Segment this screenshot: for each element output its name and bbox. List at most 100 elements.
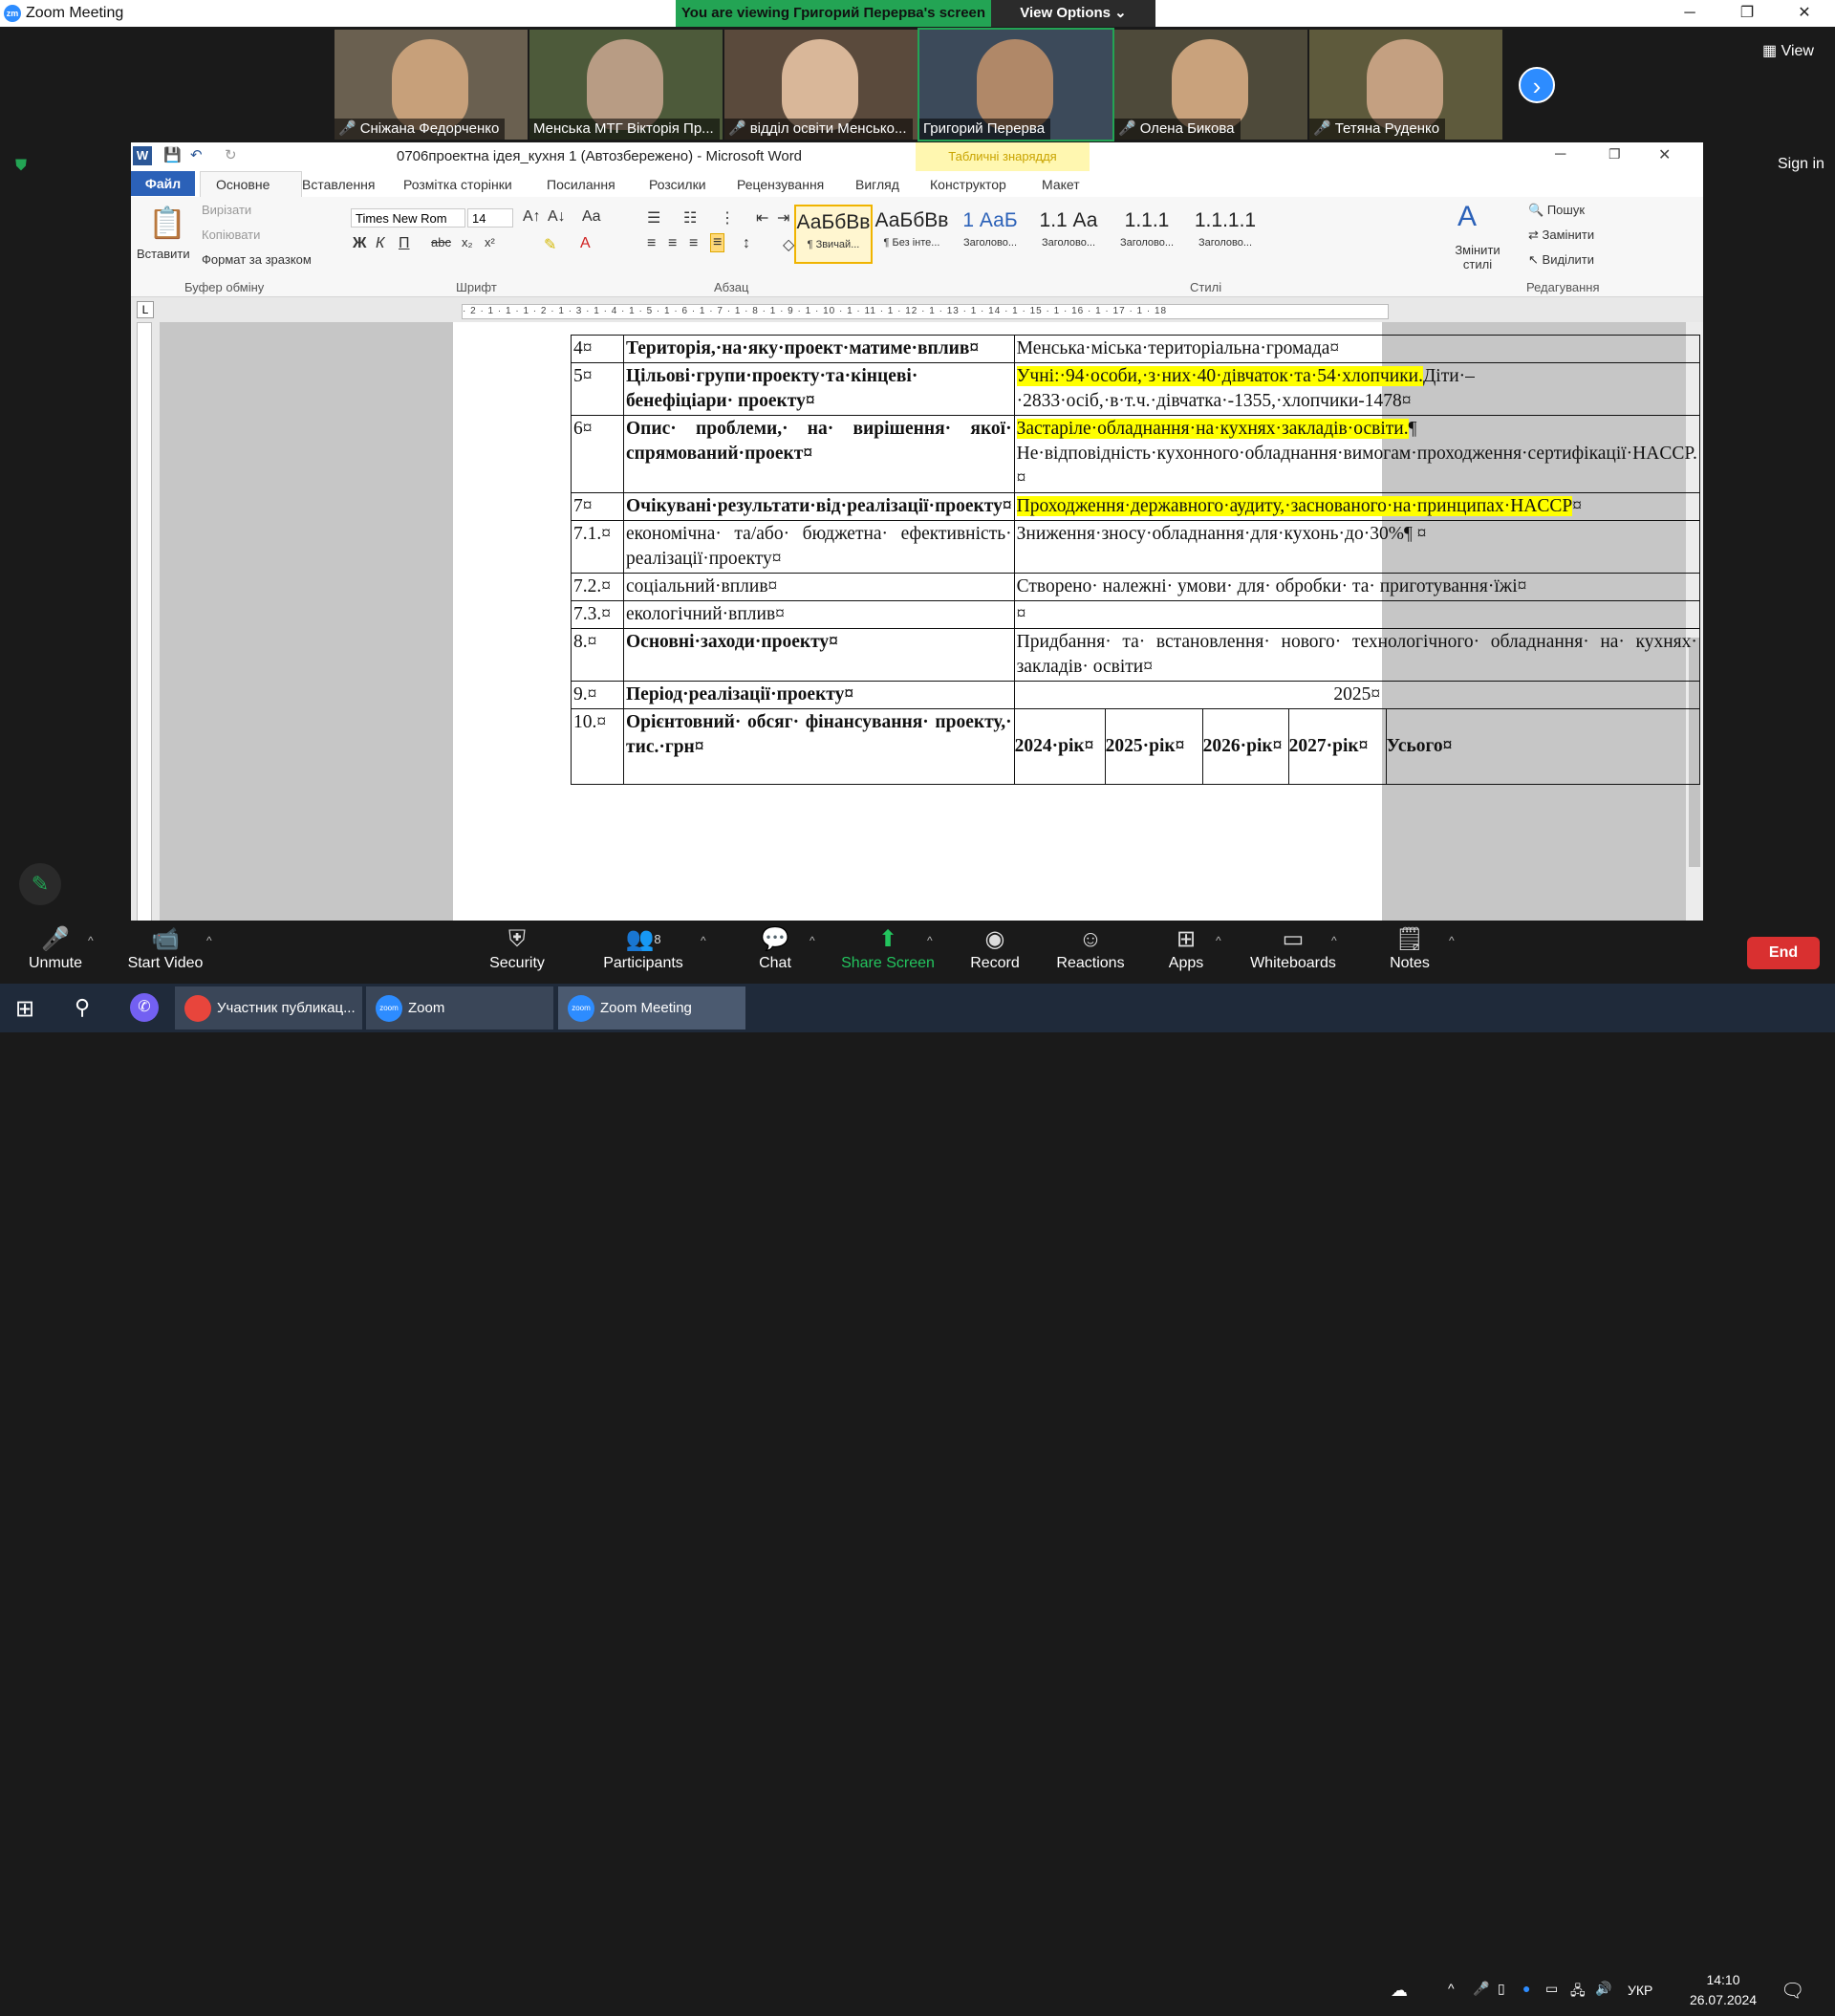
- usb-tray-icon[interactable]: ▯: [1498, 1981, 1505, 1997]
- select-button[interactable]: ↖ Виділити: [1528, 252, 1594, 268]
- row-value-cell[interactable]: Менська·міська·територіальна·громада¤: [1013, 335, 1700, 363]
- minimize-button[interactable]: ─: [1668, 0, 1712, 27]
- next-page-arrow-icon[interactable]: ›: [1519, 67, 1555, 103]
- clock-date[interactable]: 26.07.2024: [1685, 1992, 1761, 2007]
- share-caret-icon[interactable]: ^: [927, 934, 933, 947]
- apps-caret-icon[interactable]: ^: [1216, 934, 1221, 947]
- financing-year-header[interactable]: 2026·рік¤: [1201, 709, 1288, 784]
- annotate-pencil-icon[interactable]: ✎: [19, 863, 61, 905]
- bullets-icon[interactable]: ☰: [647, 208, 660, 228]
- row-label-cell[interactable]: соціальний·вплив¤: [623, 573, 1015, 601]
- align-center-icon[interactable]: ≡: [668, 235, 677, 252]
- row-label-cell[interactable]: Опис· проблеми,· на· вирішення· якої· сп…: [623, 415, 1015, 493]
- row-value-cell[interactable]: 2025¤: [1013, 681, 1700, 709]
- row-value-cell[interactable]: Застаріле·обладнання·на·кухнях·закладів·…: [1013, 415, 1700, 493]
- row-value-cell[interactable]: Створено· належні· умови· для· обробки· …: [1013, 573, 1700, 601]
- row-value-cell[interactable]: Проходження·державного·аудиту,·засновано…: [1013, 492, 1700, 521]
- unmute-button[interactable]: 🎤 Unmute: [3, 921, 108, 984]
- financing-year-header[interactable]: 2027·рік¤: [1287, 709, 1386, 784]
- record-button[interactable]: ◉ Record: [942, 921, 1047, 984]
- align-right-icon[interactable]: ≡: [689, 235, 698, 252]
- change-case-icon[interactable]: Aa: [582, 208, 601, 226]
- financing-year-header[interactable]: Усього¤: [1385, 709, 1481, 784]
- increase-indent-icon[interactable]: ⇥: [777, 208, 789, 228]
- chat-button[interactable]: 💬 Chat: [723, 921, 828, 984]
- find-button[interactable]: 🔍 Пошук: [1528, 203, 1585, 218]
- participant-tile[interactable]: 🎤 Олена Бикова: [1114, 30, 1307, 140]
- style-tile[interactable]: АаБбВв ¶ Без інте...: [873, 205, 951, 264]
- font-name-select[interactable]: Times New Rom: [351, 208, 465, 228]
- participants-caret-icon[interactable]: ^: [701, 934, 706, 947]
- line-spacing-icon[interactable]: ↕: [743, 235, 750, 252]
- superscript-icon[interactable]: x²: [485, 235, 495, 249]
- taskbar-zoom-meeting-item[interactable]: zoom Zoom Meeting: [558, 986, 745, 1030]
- language-indicator[interactable]: УКР: [1628, 1983, 1652, 1998]
- row-label-cell[interactable]: екологічний·вплив¤: [623, 600, 1015, 629]
- clock-time[interactable]: 14:10: [1685, 1972, 1761, 1987]
- financing-cell[interactable]: 2024·рік¤ 2025·рік¤ 2026·рік¤ 2027·рік¤ Усьо…: [1013, 708, 1700, 785]
- sign-in-link[interactable]: Sign in: [1778, 156, 1824, 173]
- battery-icon[interactable]: ▭: [1545, 1981, 1558, 1997]
- paste-button[interactable]: Вставити: [137, 247, 190, 261]
- shading-icon[interactable]: ◇: [783, 235, 794, 254]
- tab-layout[interactable]: Макет: [1042, 177, 1080, 192]
- row-number-cell[interactable]: 9.¤: [571, 681, 624, 709]
- row-value-cell[interactable]: Учні:·94·особи,·з·них·40·дівчаток·та·54·…: [1013, 362, 1700, 416]
- word-close-button[interactable]: ✕: [1658, 145, 1671, 164]
- bold-icon[interactable]: Ж: [353, 235, 366, 252]
- tab-design[interactable]: Конструктор: [930, 177, 1006, 192]
- row-value-cell[interactable]: Зниження·зносу·обладнання·для·кухонь·до·…: [1013, 520, 1700, 574]
- taskbar-zoom-item[interactable]: zoom Zoom: [366, 986, 553, 1030]
- search-icon[interactable]: ⚲: [75, 995, 90, 1020]
- row-label-cell[interactable]: Очікувані·результати·від·реалізації·прое…: [623, 492, 1015, 521]
- word-restore-button[interactable]: ❐: [1608, 146, 1621, 163]
- grow-font-icon[interactable]: A↑: [523, 208, 541, 226]
- copy-button[interactable]: Копіювати: [202, 228, 260, 242]
- tab-review[interactable]: Рецензування: [737, 177, 824, 192]
- zoom-tray-icon[interactable]: ●: [1522, 1981, 1530, 1996]
- align-left-icon[interactable]: ≡: [647, 235, 656, 252]
- subscript-icon[interactable]: x₂: [462, 235, 473, 249]
- notifications-icon[interactable]: 🗨: [1781, 1979, 1804, 2003]
- row-label-cell[interactable]: Період·реалізації·проекту¤: [623, 681, 1015, 709]
- whiteboards-button[interactable]: ▭ Whiteboards: [1241, 921, 1346, 984]
- financing-year-header[interactable]: 2025·рік¤: [1104, 709, 1202, 784]
- row-number-cell[interactable]: 6¤: [571, 415, 624, 493]
- network-weather-icon[interactable]: ☁: [1391, 1981, 1408, 2001]
- save-icon[interactable]: 💾: [163, 146, 182, 163]
- tab-references[interactable]: Посилання: [547, 177, 615, 192]
- row-value-cell[interactable]: Придбання· та· встановлення· нового· тех…: [1013, 628, 1700, 682]
- volume-icon[interactable]: 🔊: [1595, 1981, 1611, 1997]
- audio-options-caret-icon[interactable]: ^: [88, 934, 94, 947]
- tab-view[interactable]: Вигляд: [855, 177, 899, 192]
- encryption-shield-icon[interactable]: ⛊: [15, 158, 31, 175]
- share-screen-button[interactable]: ⬆ Share Screen: [835, 921, 940, 984]
- style-tile[interactable]: 1.1.1.1 Заголово...: [1186, 205, 1264, 264]
- participant-tile[interactable]: 🎤 Тетяна Руденко: [1309, 30, 1502, 140]
- format-painter-button[interactable]: Формат за зразком: [202, 252, 312, 267]
- style-tile[interactable]: 1.1.1 Заголово...: [1108, 205, 1186, 264]
- restore-button[interactable]: ❐: [1725, 0, 1769, 27]
- tab-page-layout[interactable]: Розмітка сторінки: [403, 177, 512, 192]
- highlight-icon[interactable]: ✎: [544, 235, 556, 254]
- row-label-cell[interactable]: економічна· та/або· бюджетна· ефективніс…: [623, 520, 1015, 574]
- row-number-cell[interactable]: 7.1.¤: [571, 520, 624, 574]
- taskbar-chrome-item[interactable]: Участник публикац...: [175, 986, 362, 1030]
- viber-icon[interactable]: ✆: [130, 993, 159, 1022]
- tab-home[interactable]: Основне: [216, 177, 270, 192]
- tray-chevron-icon[interactable]: ^: [1448, 1981, 1455, 1996]
- financing-year-header[interactable]: 2024·рік¤: [1015, 709, 1105, 784]
- row-label-cell[interactable]: Територія,·на·яку·проект·матиме·вплив¤: [623, 335, 1015, 363]
- change-styles-icon[interactable]: A: [1457, 201, 1477, 233]
- strikethrough-icon[interactable]: abc: [431, 235, 451, 249]
- close-button[interactable]: ✕: [1782, 0, 1826, 27]
- style-tile[interactable]: 1.1 Аа Заголово...: [1029, 205, 1108, 264]
- style-tile[interactable]: АаБбВв ¶ Звичай...: [794, 205, 873, 264]
- font-color-icon[interactable]: A: [580, 235, 591, 252]
- row-number-cell[interactable]: 5¤: [571, 362, 624, 416]
- notes-caret-icon[interactable]: ^: [1449, 934, 1455, 947]
- windows-start-icon[interactable]: ⊞: [15, 995, 34, 1023]
- replace-button[interactable]: ⇄ Замінити: [1528, 228, 1594, 243]
- tab-insert[interactable]: Вставлення: [302, 177, 376, 192]
- participant-tile[interactable]: Менська МТГ Вікторія Пр...: [529, 30, 723, 140]
